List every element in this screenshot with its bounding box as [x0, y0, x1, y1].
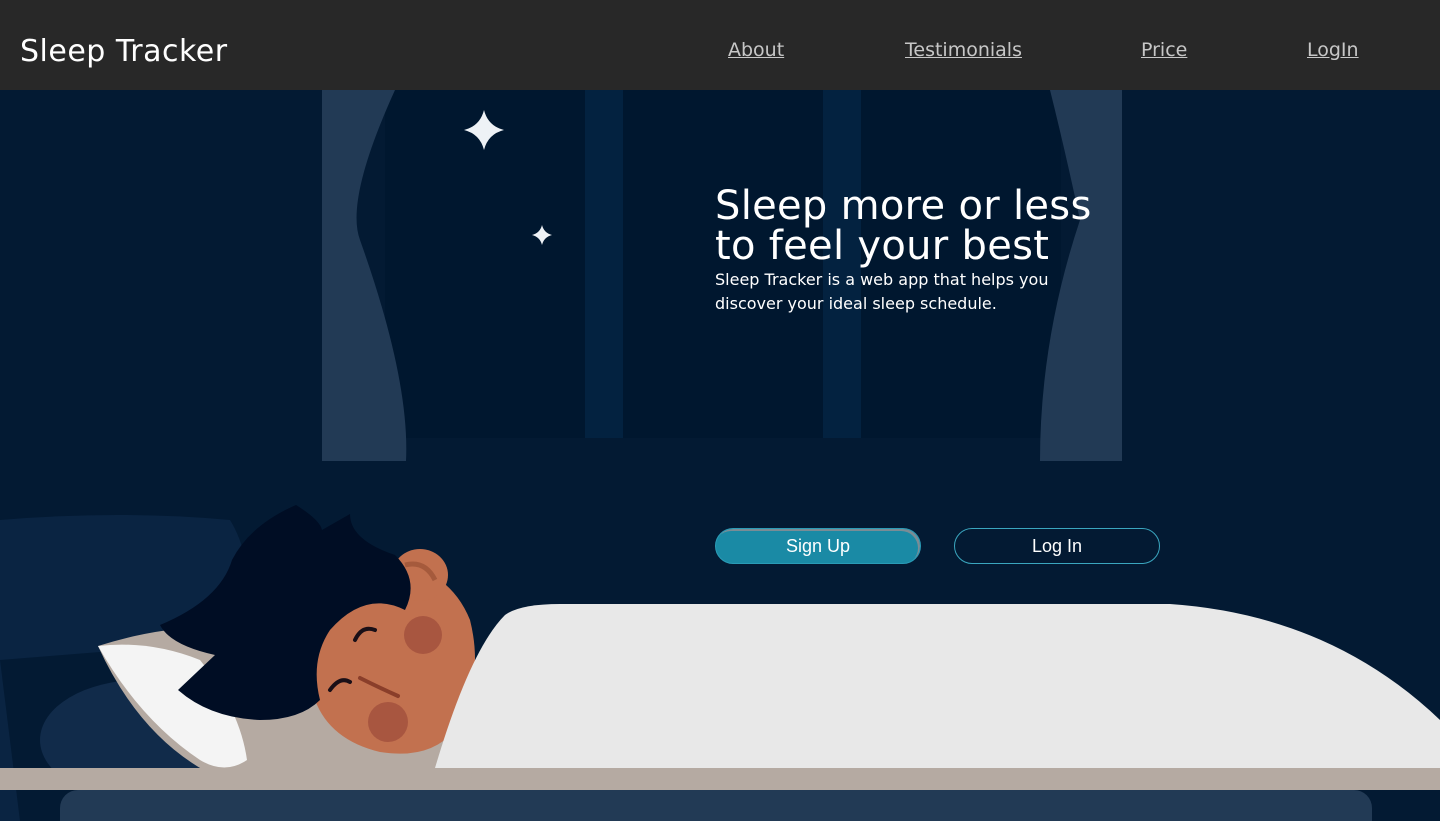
nav-link-testimonials[interactable]: Testimonials: [905, 39, 1022, 61]
top-navbar: Sleep Tracker About Testimonials Price L…: [0, 0, 1440, 90]
nav-link-about[interactable]: About: [728, 39, 784, 61]
hero-section: Sleep more or less to feel your best Sle…: [715, 186, 1092, 316]
nav-link-login[interactable]: LogIn: [1307, 39, 1359, 61]
nav-link-price[interactable]: Price: [1141, 39, 1187, 61]
log-in-button[interactable]: Log In: [954, 528, 1160, 564]
hero-title-line-2: to feel your best: [715, 223, 1050, 269]
hero-title: Sleep more or less to feel your best: [715, 186, 1092, 266]
landing-page: Sleep Tracker About Testimonials Price L…: [0, 0, 1440, 821]
sleeping-person-illustration: [0, 0, 1440, 821]
brand-logo-text[interactable]: Sleep Tracker: [20, 34, 228, 69]
sign-up-button[interactable]: Sign Up: [715, 528, 921, 564]
hero-subtitle: Sleep Tracker is a web app that helps yo…: [715, 270, 1049, 313]
